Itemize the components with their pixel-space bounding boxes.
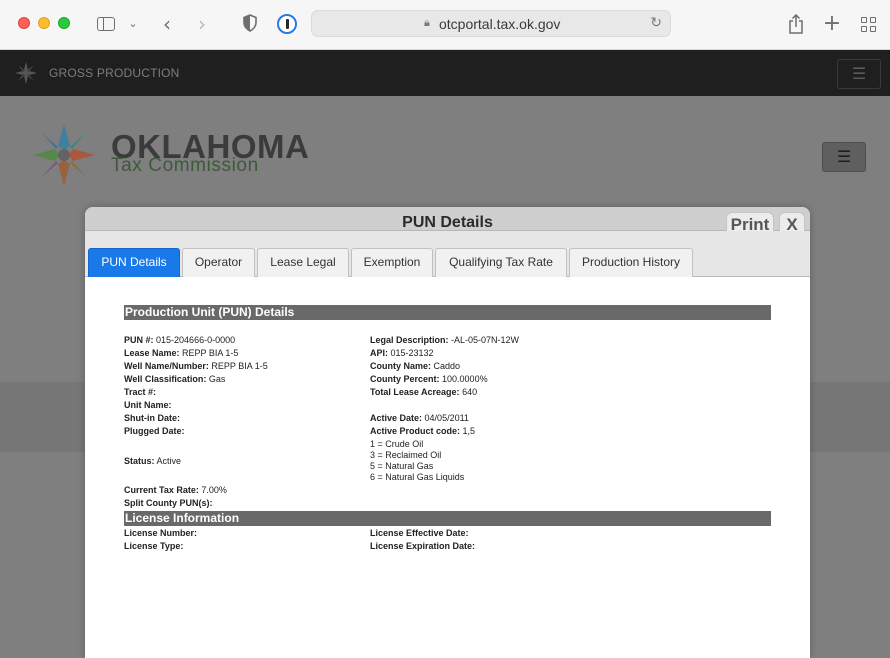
field-county-percent: County Percent: 100.0000% [370, 374, 488, 384]
product-code-list: 1 = Crude Oil 3 = Reclaimed Oil 5 = Natu… [370, 439, 464, 483]
field-license-number: License Number: [124, 528, 198, 538]
site-top-nav: GROSS PRODUCTION ☰ [0, 50, 890, 96]
brand-subtitle: Tax Commission [111, 155, 259, 176]
field-active-date: Active Date: 04/05/2011 [370, 413, 469, 423]
list-item: 1 = Crude Oil [370, 439, 424, 449]
reload-icon[interactable]: ↻ [650, 15, 662, 31]
tab-qualifying-tax-rate[interactable]: Qualifying Tax Rate [435, 248, 567, 277]
address-bar[interactable]: 🔒︎ otcportal.tax.ok.gov ↻ [311, 10, 671, 37]
share-icon[interactable] [786, 13, 806, 34]
new-tab-icon[interactable]: + [822, 13, 842, 35]
back-icon[interactable]: ‹ [158, 14, 176, 34]
section-header-license: License Information [124, 511, 771, 526]
field-split-county: Split County PUN(s): [124, 498, 213, 508]
password-manager-icon[interactable] [277, 14, 297, 34]
field-license-type: License Type: [124, 541, 184, 551]
sidebar-icon[interactable] [96, 14, 116, 34]
tab-exemption[interactable]: Exemption [351, 248, 433, 277]
pun-details-content: Production Unit (PUN) Details PUN #: 015… [85, 277, 810, 658]
field-unit-name: Unit Name: [124, 400, 172, 410]
hamburger-menu-icon[interactable]: ☰ [822, 142, 866, 172]
field-lease-name: Lease Name: REPP BIA 1-5 [124, 348, 239, 358]
field-well-name: Well Name/Number: REPP BIA 1-5 [124, 361, 268, 371]
site-nav-title[interactable]: GROSS PRODUCTION [49, 66, 180, 80]
forward-icon[interactable]: › [193, 14, 211, 34]
privacy-shield-icon[interactable] [240, 14, 260, 34]
modal-title: PUN Details [402, 214, 493, 231]
field-current-tax-rate: Current Tax Rate: 7.00% [124, 485, 227, 495]
field-status: Status: Active [124, 456, 182, 466]
field-well-classification: Well Classification: Gas [124, 374, 226, 384]
url-text: otcportal.tax.ok.gov [439, 16, 561, 32]
field-api: API: 015-23132 [370, 348, 434, 358]
field-shut-in-date: Shut-in Date: [124, 413, 180, 423]
tab-strip: PUN Details Operator Lease Legal Exempti… [85, 231, 810, 277]
field-county-name: County Name: Caddo [370, 361, 461, 371]
browser-toolbar: ⌄ ‹ › 🔒︎ otcportal.tax.ok.gov ↻ + [0, 0, 890, 50]
field-tract: Tract #: [124, 387, 157, 397]
tab-pun-details[interactable]: PUN Details [88, 248, 180, 277]
top-menu-icon[interactable]: ☰ [837, 59, 881, 89]
tab-operator[interactable]: Operator [182, 248, 255, 277]
field-legal-description: Legal Description: -AL-05-07N-12W [370, 335, 520, 345]
list-item: 6 = Natural Gas Liquids [370, 472, 465, 482]
list-item: 5 = Natural Gas [370, 461, 434, 471]
tab-overview-icon[interactable] [859, 14, 879, 34]
list-item: 3 = Reclaimed Oil [370, 450, 442, 460]
field-pun: PUN #: 015-204666-0-0000 [124, 335, 236, 345]
tab-production-history[interactable]: Production History [569, 248, 693, 277]
field-total-lease-acreage: Total Lease Acreage: 640 [370, 387, 478, 397]
pun-details-modal: PUN Details Print X PUN Details Operator… [85, 207, 810, 658]
otc-logo [33, 124, 95, 186]
tab-lease-legal[interactable]: Lease Legal [257, 248, 349, 277]
minimize-window-button[interactable] [38, 17, 50, 29]
close-window-button[interactable] [18, 17, 30, 29]
field-license-effective-date: License Effective Date: [370, 528, 469, 538]
section-header-pun: Production Unit (PUN) Details [124, 305, 771, 320]
modal-titlebar: PUN Details [85, 207, 810, 231]
field-license-expiration-date: License Expiration Date: [370, 541, 476, 551]
field-plugged-date: Plugged Date: [124, 426, 185, 436]
zoom-window-button[interactable] [58, 17, 70, 29]
field-active-product-code: Active Product code: 1,5 [370, 426, 476, 436]
otc-logo-small-icon [15, 62, 37, 84]
chevron-down-icon[interactable]: ⌄ [126, 14, 140, 34]
lock-icon: 🔒︎ [424, 16, 430, 29]
